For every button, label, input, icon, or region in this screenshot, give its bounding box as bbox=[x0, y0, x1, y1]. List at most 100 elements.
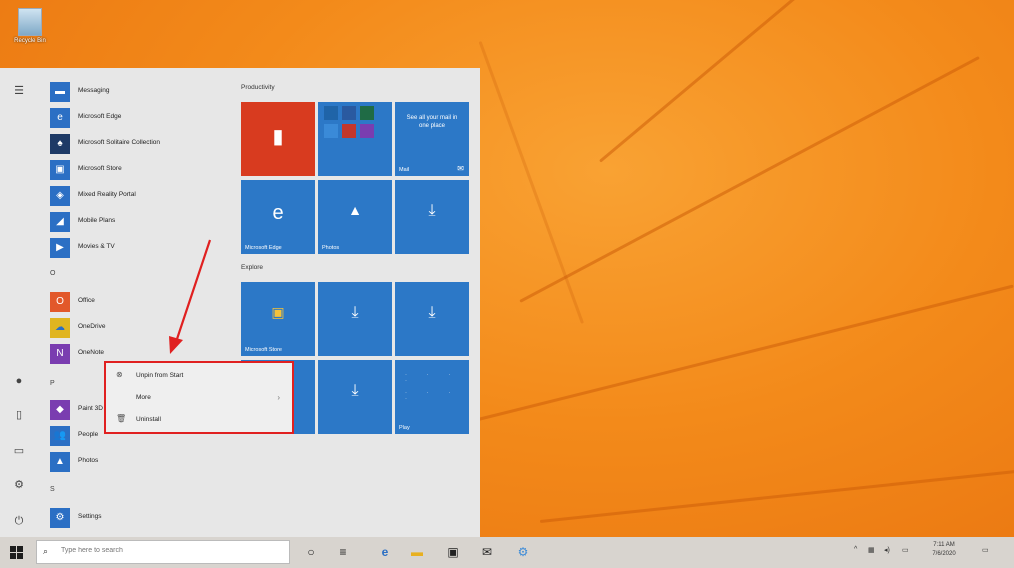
app-microsoft-edge[interactable]: e Microsoft Edge bbox=[48, 108, 228, 130]
tile-label: Microsoft Store bbox=[245, 347, 282, 353]
tile-microsoft-store[interactable]: ▣ Microsoft Store bbox=[241, 282, 315, 356]
tile-photos[interactable]: ▲ Photos bbox=[318, 180, 392, 254]
mobile-plans-icon: ◢ bbox=[50, 212, 70, 232]
recycle-bin[interactable]: Recycle Bin bbox=[6, 8, 54, 54]
app-label: OneDrive bbox=[78, 323, 106, 330]
language-icon[interactable]: ▭ bbox=[902, 546, 909, 554]
user-icon[interactable]: ● bbox=[11, 374, 27, 388]
app-label: Microsoft Solitaire Collection bbox=[78, 139, 161, 146]
menu-item-uninstall[interactable]: 🗑 Uninstall bbox=[116, 412, 286, 428]
app-label: Messaging bbox=[78, 87, 110, 94]
letter-header-p[interactable]: P bbox=[50, 380, 55, 387]
group-title-explore[interactable]: Explore bbox=[241, 264, 263, 271]
trash-icon: 🗑 bbox=[116, 414, 127, 423]
menu-item-unpin-from-start[interactable]: ⊗ Unpin from Start bbox=[116, 368, 286, 384]
mixed-reality-icon: ◈ bbox=[50, 186, 70, 206]
excel-icon bbox=[360, 106, 374, 120]
clock-date: 7/6/2020 bbox=[932, 551, 956, 557]
recycle-bin-icon bbox=[18, 8, 42, 36]
letter-header-s[interactable]: S bbox=[50, 486, 55, 493]
app-label: Photos bbox=[78, 457, 99, 464]
volume-icon[interactable]: ◂) bbox=[884, 546, 890, 554]
notifications-icon[interactable]: ▭ bbox=[982, 546, 989, 554]
app-label: Mixed Reality Portal bbox=[78, 191, 136, 198]
clock[interactable]: 7:11 AM 7/6/2020 bbox=[926, 541, 962, 559]
messaging-icon: ▬ bbox=[50, 82, 70, 102]
settings-taskbar-icon[interactable]: ⚙ bbox=[514, 543, 532, 561]
download-icon: ⤓ bbox=[428, 304, 436, 322]
app-settings[interactable]: ⚙ Settings bbox=[48, 508, 228, 530]
menu-item-label: Unpin from Start bbox=[136, 372, 184, 379]
tile-download-1[interactable]: ⤓ bbox=[395, 180, 469, 254]
search-icon: ⌕ bbox=[43, 546, 49, 556]
tile-label: Mail bbox=[399, 167, 410, 173]
photos-icon: ▲ bbox=[50, 452, 70, 472]
store-icon: ▣ bbox=[271, 304, 285, 321]
powerpoint-icon bbox=[342, 124, 356, 138]
cortana-icon[interactable]: ○ bbox=[302, 543, 320, 561]
store-icon[interactable]: ▣ bbox=[444, 543, 462, 561]
app-mobile-plans[interactable]: ◢ Mobile Plans bbox=[48, 212, 228, 234]
search-input[interactable] bbox=[59, 546, 283, 555]
group-title-productivity[interactable]: Productivity bbox=[241, 84, 275, 91]
menu-item-label: More bbox=[136, 394, 151, 401]
store-icon: ▣ bbox=[50, 160, 70, 180]
app-label: Movies & TV bbox=[78, 243, 115, 250]
tile-download-5[interactable]: ⤓ bbox=[318, 360, 392, 434]
edge-icon: e bbox=[272, 202, 284, 225]
mail-tile-text: See all your mail in one place bbox=[406, 115, 458, 129]
tile-microsoft-edge[interactable]: e Microsoft Edge bbox=[241, 180, 315, 254]
menu-item-more[interactable]: More › bbox=[116, 390, 286, 406]
tile-download-3[interactable]: ⤓ bbox=[395, 282, 469, 356]
mail-icon: ✉ bbox=[457, 164, 464, 173]
movies-icon: ▶ bbox=[50, 238, 70, 258]
tile-label: Microsoft Edge bbox=[245, 245, 282, 251]
context-menu: ⊗ Unpin from Start More › 🗑 Uninstall bbox=[104, 361, 294, 434]
play-dots: · · · · bbox=[405, 390, 460, 402]
paint3d-icon: ◆ bbox=[50, 400, 70, 420]
skype-icon bbox=[324, 142, 338, 156]
tile-office-apps-folder[interactable] bbox=[318, 102, 392, 176]
app-label: OneNote bbox=[78, 349, 105, 356]
documents-icon[interactable]: ▯ bbox=[11, 408, 27, 422]
app-messaging[interactable]: ▬ Messaging bbox=[48, 82, 228, 104]
settings-icon[interactable]: ⚙ bbox=[11, 478, 27, 492]
tile-mail[interactable]: See all your mail in one place Mail ✉ bbox=[395, 102, 469, 176]
outlook-icon bbox=[342, 106, 356, 120]
onenote-icon: N bbox=[50, 344, 70, 364]
power-icon[interactable]: ⏻ bbox=[11, 514, 27, 528]
app-solitaire[interactable]: ♠ Microsoft Solitaire Collection bbox=[48, 134, 228, 156]
mail-icon[interactable]: ✉ bbox=[478, 543, 496, 561]
tile-label: Photos bbox=[322, 245, 340, 251]
taskbar-search-box[interactable]: ⌕ bbox=[36, 540, 290, 564]
tile-label: Play bbox=[399, 425, 410, 431]
edge-icon[interactable]: e bbox=[376, 543, 394, 561]
hamburger-icon[interactable]: ☰ bbox=[11, 84, 27, 98]
file-explorer-icon[interactable]: ▬ bbox=[408, 543, 426, 561]
app-microsoft-store[interactable]: ▣ Microsoft Store bbox=[48, 160, 228, 182]
app-label: Microsoft Edge bbox=[78, 113, 122, 120]
app-photos[interactable]: ▲ Photos bbox=[48, 452, 228, 474]
windows-start-button[interactable] bbox=[10, 546, 24, 560]
app-mixed-reality[interactable]: ◈ Mixed Reality Portal bbox=[48, 186, 228, 208]
letter-header-o[interactable]: O bbox=[50, 270, 55, 277]
chevron-up-icon[interactable]: ^ bbox=[854, 546, 857, 553]
play-dots: · · · · bbox=[405, 372, 460, 384]
network-icon[interactable]: ▦ bbox=[868, 546, 875, 554]
tile-office[interactable]: ▮ bbox=[241, 102, 315, 176]
annotation-arrow bbox=[169, 239, 212, 354]
settings-app-icon: ⚙ bbox=[50, 508, 70, 528]
edge-icon: e bbox=[50, 108, 70, 128]
download-icon: ⤓ bbox=[351, 382, 359, 400]
onedrive-icon bbox=[324, 124, 338, 138]
tile-play[interactable]: · · · · · · · · Play bbox=[395, 360, 469, 434]
office-icon: ▮ bbox=[272, 126, 284, 149]
menu-item-label: Uninstall bbox=[136, 416, 161, 423]
tile-download-2[interactable]: ⤓ bbox=[318, 282, 392, 356]
clock-time: 7:11 AM bbox=[933, 542, 955, 548]
start-menu: ☰ ● ▯ ▭ ⚙ ⏻ ▬ Messaging e Microsoft Edge… bbox=[0, 68, 480, 537]
app-label: Microsoft Store bbox=[78, 165, 122, 172]
task-view-icon[interactable]: ≡ bbox=[334, 543, 352, 561]
photos-icon: ▲ bbox=[348, 202, 362, 219]
pictures-icon[interactable]: ▭ bbox=[11, 444, 27, 458]
